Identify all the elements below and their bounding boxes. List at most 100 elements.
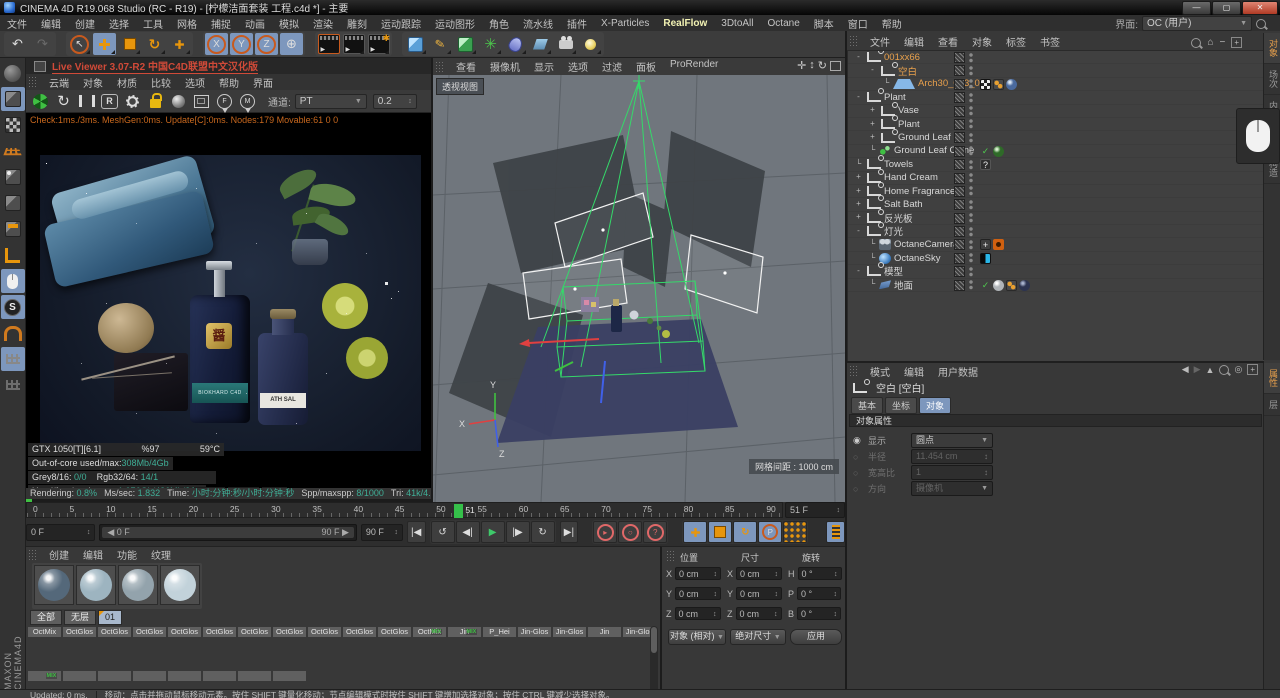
material-tile[interactable]: OctGlos	[203, 626, 236, 637]
snap-button[interactable]: S	[0, 295, 25, 319]
live-viewer-title-bar[interactable]: Live Viewer 3.07-R2 中国C4D联盟中文汉化版	[26, 58, 431, 75]
live-viewer-menu-item[interactable]: 比较	[144, 75, 178, 90]
layer-swatch-icon[interactable]	[954, 105, 965, 117]
menu-item[interactable]: RealFlow	[656, 18, 714, 29]
lock-resolution-icon[interactable]	[145, 92, 166, 111]
layer-swatch-icon[interactable]	[954, 78, 965, 90]
material-tile[interactable]: OctGlos	[63, 626, 96, 637]
expand-toggle-icon[interactable]: └	[882, 79, 891, 88]
material-preview[interactable]	[160, 565, 200, 605]
material-tile[interactable]: Jin-Glos	[553, 626, 586, 637]
rotate-tool[interactable]: ↻	[143, 33, 166, 55]
visibility-dots-icon[interactable]	[969, 253, 973, 264]
radio-icon[interactable]: ◉	[853, 435, 863, 446]
previous-frame-button[interactable]: ◀|	[455, 521, 480, 543]
om-side-tab[interactable]: 对象	[1264, 33, 1280, 64]
menu-item[interactable]: 雕刻	[340, 16, 374, 31]
visibility-dots-icon[interactable]	[969, 119, 973, 130]
object-name[interactable]: Plant	[898, 119, 920, 130]
visibility-toggles[interactable]	[954, 226, 973, 238]
menu-item[interactable]: Octane	[761, 18, 807, 29]
view-label[interactable]: 透视视图	[436, 78, 485, 95]
object-name[interactable]: 模型	[884, 264, 903, 278]
visibility-toggles[interactable]	[954, 52, 973, 63]
live-viewer-menu-item[interactable]: 云端	[42, 75, 76, 90]
record-keyframe-button[interactable]: ▸	[593, 521, 618, 543]
visibility-dots-icon[interactable]	[969, 186, 973, 197]
object-name[interactable]: Home Fragrance	[884, 186, 955, 197]
am-add-icon[interactable]: +	[1247, 364, 1258, 375]
material-ball-icon[interactable]	[168, 92, 189, 111]
object-name[interactable]: Arch30_033_00	[918, 78, 985, 89]
restart-render-icon[interactable]: ↻	[53, 92, 74, 111]
layer-swatch-icon[interactable]	[954, 159, 965, 171]
layer-swatch-icon[interactable]	[954, 65, 965, 77]
visibility-dots-icon[interactable]	[969, 159, 973, 170]
layer-swatch-icon[interactable]	[954, 212, 965, 224]
visibility-dots-icon[interactable]	[969, 239, 973, 250]
layer-swatch-icon[interactable]	[954, 132, 965, 144]
region-render-icon[interactable]: R	[99, 92, 120, 111]
material-pick-icon[interactable]: M	[237, 92, 258, 113]
object-tag-icon[interactable]	[980, 146, 991, 157]
live-viewer-menu-item[interactable]: 材质	[110, 75, 144, 90]
rot-h-field[interactable]: 0 ° ↕	[797, 567, 842, 580]
live-viewer-menu-item[interactable]: 界面	[246, 75, 280, 90]
material-tile[interactable]: MIX	[28, 670, 61, 681]
history-forward-icon[interactable]: ▶	[1194, 364, 1201, 375]
apply-button[interactable]: 应用	[790, 629, 842, 645]
layer-swatch-icon[interactable]	[954, 239, 965, 251]
rot-b-field[interactable]: 0 ° ↕	[797, 607, 842, 620]
menu-item[interactable]: 创建	[68, 16, 102, 31]
visibility-toggles[interactable]	[954, 105, 973, 117]
object-tag-icon[interactable]	[993, 279, 1004, 291]
viewport-menu-item[interactable]: ProRender	[663, 59, 725, 74]
expand-toggle-icon[interactable]: -	[854, 266, 863, 276]
orientation-dropdown[interactable]: 摄像机 ▼	[911, 481, 993, 496]
layer-swatch-icon[interactable]	[954, 92, 965, 104]
timeline-playhead[interactable]	[454, 504, 464, 518]
tree-row[interactable]: └ OctaneSky	[848, 252, 1264, 266]
object-name[interactable]: Ground Leaf	[898, 132, 951, 143]
zoom-view-icon[interactable]: ↕	[809, 59, 815, 72]
texture-mode-button[interactable]	[1, 113, 25, 137]
object-name[interactable]: Towels	[884, 159, 913, 170]
material-preview[interactable]	[118, 565, 158, 605]
render-settings-button[interactable]: ✱	[367, 33, 390, 55]
layer-swatch-icon[interactable]	[954, 199, 965, 211]
layer-tab[interactable]: 全部	[30, 610, 63, 625]
live-viewer-menu-item[interactable]: 对象	[76, 75, 110, 90]
layer-swatch-icon[interactable]	[954, 252, 965, 264]
visibility-toggles[interactable]	[954, 118, 973, 130]
expand-toggle-icon[interactable]: +	[854, 173, 863, 182]
material-tile[interactable]	[63, 670, 96, 681]
menu-item[interactable]: 运动图形	[428, 16, 482, 31]
size-mode-dropdown[interactable]: 绝对尺寸 ▼	[730, 629, 786, 645]
add-environment-button[interactable]	[529, 33, 552, 55]
expand-toggle-icon[interactable]: -	[854, 52, 863, 62]
material-tile[interactable]: MIX OctMix	[413, 626, 446, 637]
material-tile[interactable]: OctGlos	[273, 626, 306, 637]
expand-toggle-icon[interactable]: -	[854, 226, 863, 236]
pan-view-icon[interactable]: ✛	[797, 59, 806, 72]
key-pla-button[interactable]	[783, 521, 808, 543]
object-tag-icon[interactable]	[980, 78, 991, 90]
menu-item[interactable]: 3DtoAll	[714, 18, 760, 29]
drag-grip-icon[interactable]	[666, 550, 676, 562]
pos-x-field[interactable]: 0 cm ↕	[675, 567, 722, 580]
viewport-menu-item[interactable]: 选项	[561, 59, 595, 74]
key-position-button[interactable]	[683, 521, 708, 543]
menu-item[interactable]: 插件	[560, 16, 594, 31]
goto-start-button[interactable]: |◀	[406, 521, 426, 543]
viewport-menu-item[interactable]: 面板	[629, 59, 663, 74]
drag-grip-icon[interactable]	[849, 365, 859, 377]
size-x-field[interactable]: 0 cm ↕	[736, 567, 783, 580]
viewport-menu-item[interactable]: 过滤	[595, 59, 629, 74]
interface-dropdown[interactable]: OC (用户) ▼	[1142, 16, 1252, 31]
drag-grip-icon[interactable]	[28, 76, 38, 88]
visibility-dots-icon[interactable]	[969, 213, 973, 224]
pause-render-icon[interactable]	[76, 92, 97, 111]
object-tag-icon[interactable]	[980, 239, 991, 251]
material-tile[interactable]: Jin-Glos	[518, 626, 551, 637]
menu-item[interactable]: 捕捉	[204, 16, 238, 31]
